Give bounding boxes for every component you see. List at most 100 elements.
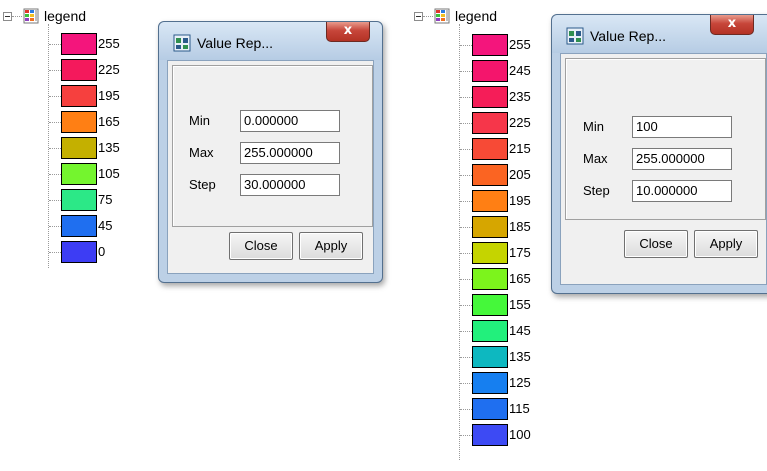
legend-item[interactable]: 205 <box>460 164 552 188</box>
legend-item[interactable]: 165 <box>460 268 552 292</box>
tree-connector <box>49 200 61 201</box>
min-field[interactable]: 0.000000 <box>240 110 340 132</box>
min-label: Min <box>189 113 210 128</box>
legend-item[interactable]: 155 <box>460 294 552 318</box>
legend-item[interactable]: 255 <box>460 34 552 58</box>
legend-item[interactable]: 105 <box>49 163 141 187</box>
legend-item[interactable]: 45 <box>49 215 141 239</box>
color-swatch <box>472 268 508 290</box>
color-swatch <box>61 163 97 185</box>
legend-item[interactable]: 125 <box>460 372 552 396</box>
color-swatch <box>472 164 508 186</box>
tree-connector <box>460 201 472 202</box>
tree-connector <box>460 97 472 98</box>
legend-item-label: 255 <box>509 37 531 52</box>
tree-connector <box>459 24 460 460</box>
legend-item[interactable]: 255 <box>49 33 141 57</box>
color-swatch <box>472 320 508 342</box>
legend-item-label: 100 <box>509 427 531 442</box>
step-field[interactable]: 30.000000 <box>240 174 340 196</box>
tree-connector <box>12 16 22 17</box>
min-label: Min <box>583 119 604 134</box>
value-range-dialog: Value Rep... x Min 100 Max 255.000000 St… <box>551 14 767 294</box>
tree-connector <box>460 357 472 358</box>
dialog-title: Value Rep... <box>197 35 274 51</box>
legend-item-label: 135 <box>98 140 120 155</box>
legend-item[interactable]: 215 <box>460 138 552 162</box>
legend-item-label: 255 <box>98 36 120 51</box>
color-swatch <box>472 372 508 394</box>
color-swatch <box>61 137 97 159</box>
tree-connector <box>460 383 472 384</box>
legend-item[interactable]: 75 <box>49 189 141 213</box>
tree-connector <box>48 24 49 268</box>
step-label: Step <box>189 177 216 192</box>
legend-item[interactable]: 0 <box>49 241 141 265</box>
max-field[interactable]: 255.000000 <box>632 148 732 170</box>
legend-item-label: 105 <box>98 166 120 181</box>
legend-item[interactable]: 195 <box>460 190 552 214</box>
min-field[interactable]: 100 <box>632 116 732 138</box>
color-swatch <box>61 189 97 211</box>
legend-item[interactable]: 175 <box>460 242 552 266</box>
tree-connector <box>460 409 472 410</box>
tree-connector <box>49 226 61 227</box>
color-swatch <box>472 60 508 82</box>
tree-connector <box>460 149 472 150</box>
apply-button[interactable]: Apply <box>299 232 363 260</box>
tree-connector <box>49 148 61 149</box>
color-swatch <box>472 190 508 212</box>
legend-item-label: 45 <box>98 218 113 233</box>
legend-layer-icon <box>23 8 39 24</box>
dialog-body: Min 0.000000 Max 255.000000 Step 30.0000… <box>167 60 374 274</box>
legend-item-label: 185 <box>509 219 531 234</box>
legend-layer-icon <box>434 8 450 24</box>
dialog-close-button[interactable]: x <box>710 15 754 35</box>
collapse-icon[interactable] <box>3 12 12 21</box>
collapse-icon[interactable] <box>414 12 423 21</box>
max-label: Max <box>583 151 608 166</box>
legend-item[interactable]: 165 <box>49 111 141 135</box>
legend-item-label: 195 <box>98 88 120 103</box>
max-label: Max <box>189 145 214 160</box>
legend-item[interactable]: 225 <box>49 59 141 83</box>
color-swatch <box>61 33 97 55</box>
color-swatch <box>61 215 97 237</box>
tree-connector <box>423 16 433 17</box>
color-swatch <box>61 85 97 107</box>
step-label: Step <box>583 183 610 198</box>
legend-item[interactable]: 115 <box>460 398 552 422</box>
legend-item[interactable]: 100 <box>460 424 552 448</box>
legend-item-label: 205 <box>509 167 531 182</box>
legend-item-label: 155 <box>509 297 531 312</box>
legend-item[interactable]: 225 <box>460 112 552 136</box>
tree-connector <box>460 435 472 436</box>
legend-item-label: 195 <box>509 193 531 208</box>
color-swatch <box>472 424 508 446</box>
legend-item[interactable]: 235 <box>460 86 552 110</box>
close-icon: x <box>343 23 353 38</box>
dialog-close-button[interactable]: x <box>326 22 370 42</box>
color-swatch <box>472 242 508 264</box>
tree-connector <box>49 252 61 253</box>
legend-title[interactable]: legend <box>455 8 497 24</box>
legend-item-label: 125 <box>509 375 531 390</box>
tree-connector <box>460 279 472 280</box>
legend-item[interactable]: 195 <box>49 85 141 109</box>
legend-item[interactable]: 135 <box>460 346 552 370</box>
legend-item[interactable]: 145 <box>460 320 552 344</box>
legend-item[interactable]: 135 <box>49 137 141 161</box>
dialog-title: Value Rep... <box>590 28 667 44</box>
step-field[interactable]: 10.000000 <box>632 180 732 202</box>
max-field[interactable]: 255.000000 <box>240 142 340 164</box>
legend-item[interactable]: 245 <box>460 60 552 84</box>
close-button[interactable]: Close <box>624 230 688 258</box>
legend-item[interactable]: 185 <box>460 216 552 240</box>
tree-connector <box>49 122 61 123</box>
apply-button[interactable]: Apply <box>694 230 758 258</box>
legend-item-label: 115 <box>509 401 530 416</box>
close-button[interactable]: Close <box>229 232 293 260</box>
color-swatch <box>61 111 97 133</box>
legend-title[interactable]: legend <box>44 8 86 24</box>
tree-connector <box>49 70 61 71</box>
